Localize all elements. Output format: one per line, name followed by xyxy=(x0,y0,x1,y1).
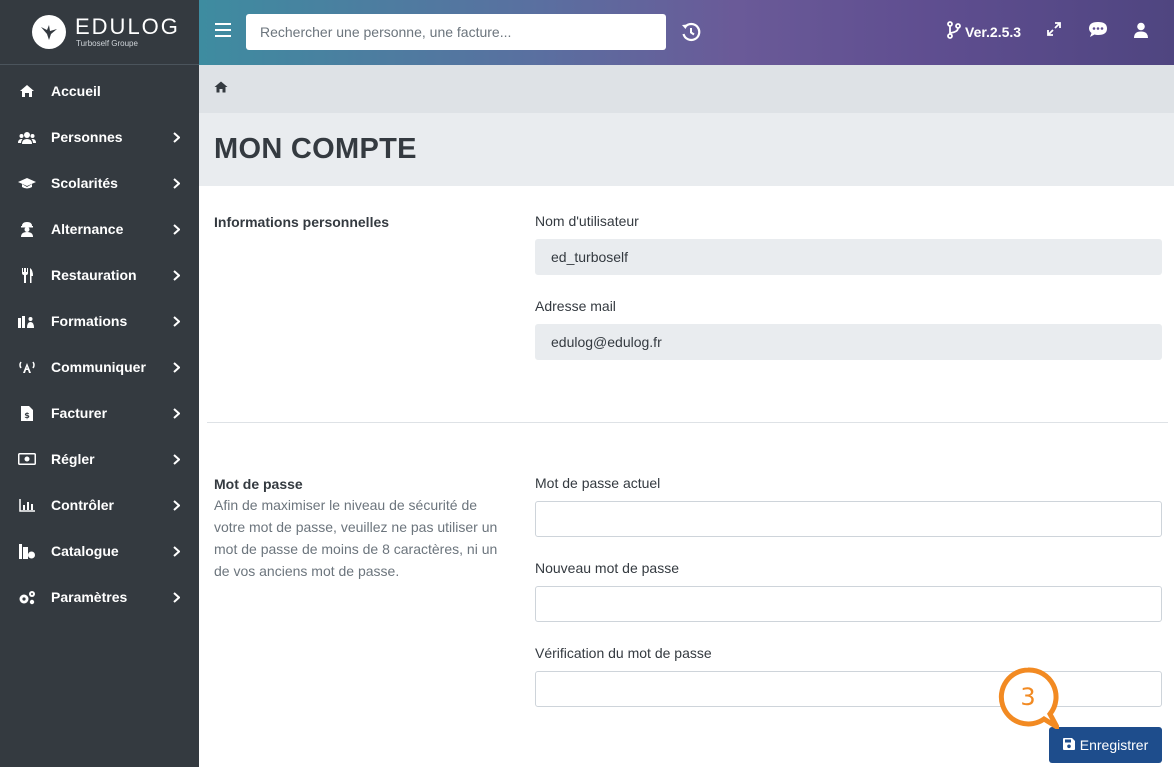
sidebar-item-label: Personnes xyxy=(51,129,123,145)
chevron-right-icon xyxy=(171,407,181,419)
brand[interactable]: EDULOG Turboself Groupe xyxy=(0,0,199,65)
sidebar-item-controler[interactable]: Contrôler xyxy=(0,482,199,528)
git-branch-icon xyxy=(947,21,965,42)
chat-icon[interactable] xyxy=(1088,21,1108,44)
sidebar-item-accueil[interactable]: Accueil xyxy=(0,68,199,114)
users-icon xyxy=(18,128,36,146)
gears-icon xyxy=(18,588,36,606)
sidebar-item-label: Formations xyxy=(51,313,128,329)
search-input[interactable] xyxy=(246,14,666,50)
sidebar-item-label: Scolarités xyxy=(51,175,118,191)
svg-text:$: $ xyxy=(24,411,30,420)
sidebar-item-catalogue[interactable]: Catalogue xyxy=(0,528,199,574)
current-password-input[interactable] xyxy=(535,501,1162,537)
sidebar-item-label: Restauration xyxy=(51,267,137,283)
current-password-label: Mot de passe actuel xyxy=(535,475,661,491)
sidebar-item-regler[interactable]: Régler xyxy=(0,436,199,482)
password-description: Afin de maximiser le niveau de sécurité … xyxy=(214,497,498,579)
step-callout-number: 3 xyxy=(1020,683,1036,711)
topbar: Ver.2.5.3 xyxy=(199,0,1174,65)
sidebar-nav: Accueil Personnes Scolarités Alternance … xyxy=(0,65,199,620)
chevron-right-icon xyxy=(171,499,181,511)
chevron-right-icon xyxy=(171,453,181,465)
email-label: Adresse mail xyxy=(535,298,616,314)
sidebar-item-alternance[interactable]: Alternance xyxy=(0,206,199,252)
page-header: MON COMPTE xyxy=(199,113,1174,186)
breadcrumb xyxy=(199,65,1174,113)
section-divider xyxy=(207,422,1168,423)
hamburger-menu-icon[interactable] xyxy=(215,23,231,37)
sidebar-item-restauration[interactable]: Restauration xyxy=(0,252,199,298)
confirm-password-label: Vérification du mot de passe xyxy=(535,645,712,661)
broadcast-icon xyxy=(18,358,36,376)
username-label: Nom d'utilisateur xyxy=(535,213,639,229)
chevron-right-icon xyxy=(171,361,181,373)
classroom-icon xyxy=(18,312,36,330)
invoice-icon: $ xyxy=(18,404,36,422)
breadcrumb-home-icon[interactable] xyxy=(214,80,228,98)
fullscreen-icon[interactable] xyxy=(1047,22,1061,41)
history-icon[interactable] xyxy=(681,22,701,47)
sidebar-item-label: Paramètres xyxy=(51,589,128,605)
brand-subtitle: Turboself Groupe xyxy=(76,39,138,48)
chevron-right-icon xyxy=(171,315,181,327)
user-icon[interactable] xyxy=(1134,22,1148,43)
graduation-cap-icon xyxy=(18,174,36,192)
chevron-right-icon xyxy=(171,591,181,603)
chevron-right-icon xyxy=(171,177,181,189)
sidebar-item-parametres[interactable]: Paramètres xyxy=(0,574,199,620)
chevron-right-icon xyxy=(171,269,181,281)
new-password-input[interactable] xyxy=(535,586,1162,622)
chart-icon xyxy=(18,496,36,514)
catalogue-icon xyxy=(18,542,36,560)
sidebar-item-label: Régler xyxy=(51,451,95,467)
confirm-password-input[interactable] xyxy=(535,671,1162,707)
sidebar-item-formations[interactable]: Formations xyxy=(0,298,199,344)
sidebar-item-scolarites[interactable]: Scolarités xyxy=(0,160,199,206)
utensils-icon xyxy=(18,266,36,284)
worker-icon xyxy=(18,220,36,238)
sidebar-item-label: Communiquer xyxy=(51,359,146,375)
sidebar-item-label: Alternance xyxy=(51,221,124,237)
sidebar-item-label: Accueil xyxy=(51,83,101,99)
version-badge[interactable]: Ver.2.5.3 xyxy=(947,21,1021,42)
personal-info-title: Informations personnelles xyxy=(214,214,390,230)
sidebar-item-personnes[interactable]: Personnes xyxy=(0,114,199,160)
email-field: edulog@edulog.fr xyxy=(535,324,1162,360)
username-field: ed_turboself xyxy=(535,239,1162,275)
sidebar: EDULOG Turboself Groupe Accueil Personne… xyxy=(0,0,199,767)
password-title: Mot de passe xyxy=(214,476,303,492)
sidebar-item-label: Catalogue xyxy=(51,543,119,559)
sidebar-item-communiquer[interactable]: Communiquer xyxy=(0,344,199,390)
chevron-right-icon xyxy=(171,545,181,557)
save-button[interactable]: Enregistrer xyxy=(1049,727,1162,763)
chevron-right-icon xyxy=(171,223,181,235)
sidebar-item-facturer[interactable]: $ Facturer xyxy=(0,390,199,436)
money-icon xyxy=(18,450,36,468)
home-icon xyxy=(18,82,36,100)
version-label: Ver.2.5.3 xyxy=(965,23,1022,40)
new-password-label: Nouveau mot de passe xyxy=(535,560,679,576)
floppy-disk-icon xyxy=(1062,737,1080,753)
sidebar-item-label: Contrôler xyxy=(51,497,114,513)
page-title: MON COMPTE xyxy=(214,133,417,165)
chevron-right-icon xyxy=(171,131,181,143)
hummingbird-logo-icon xyxy=(32,15,66,49)
brand-name: EDULOG xyxy=(75,14,180,39)
sidebar-item-label: Facturer xyxy=(51,405,108,421)
save-button-label: Enregistrer xyxy=(1079,737,1149,753)
